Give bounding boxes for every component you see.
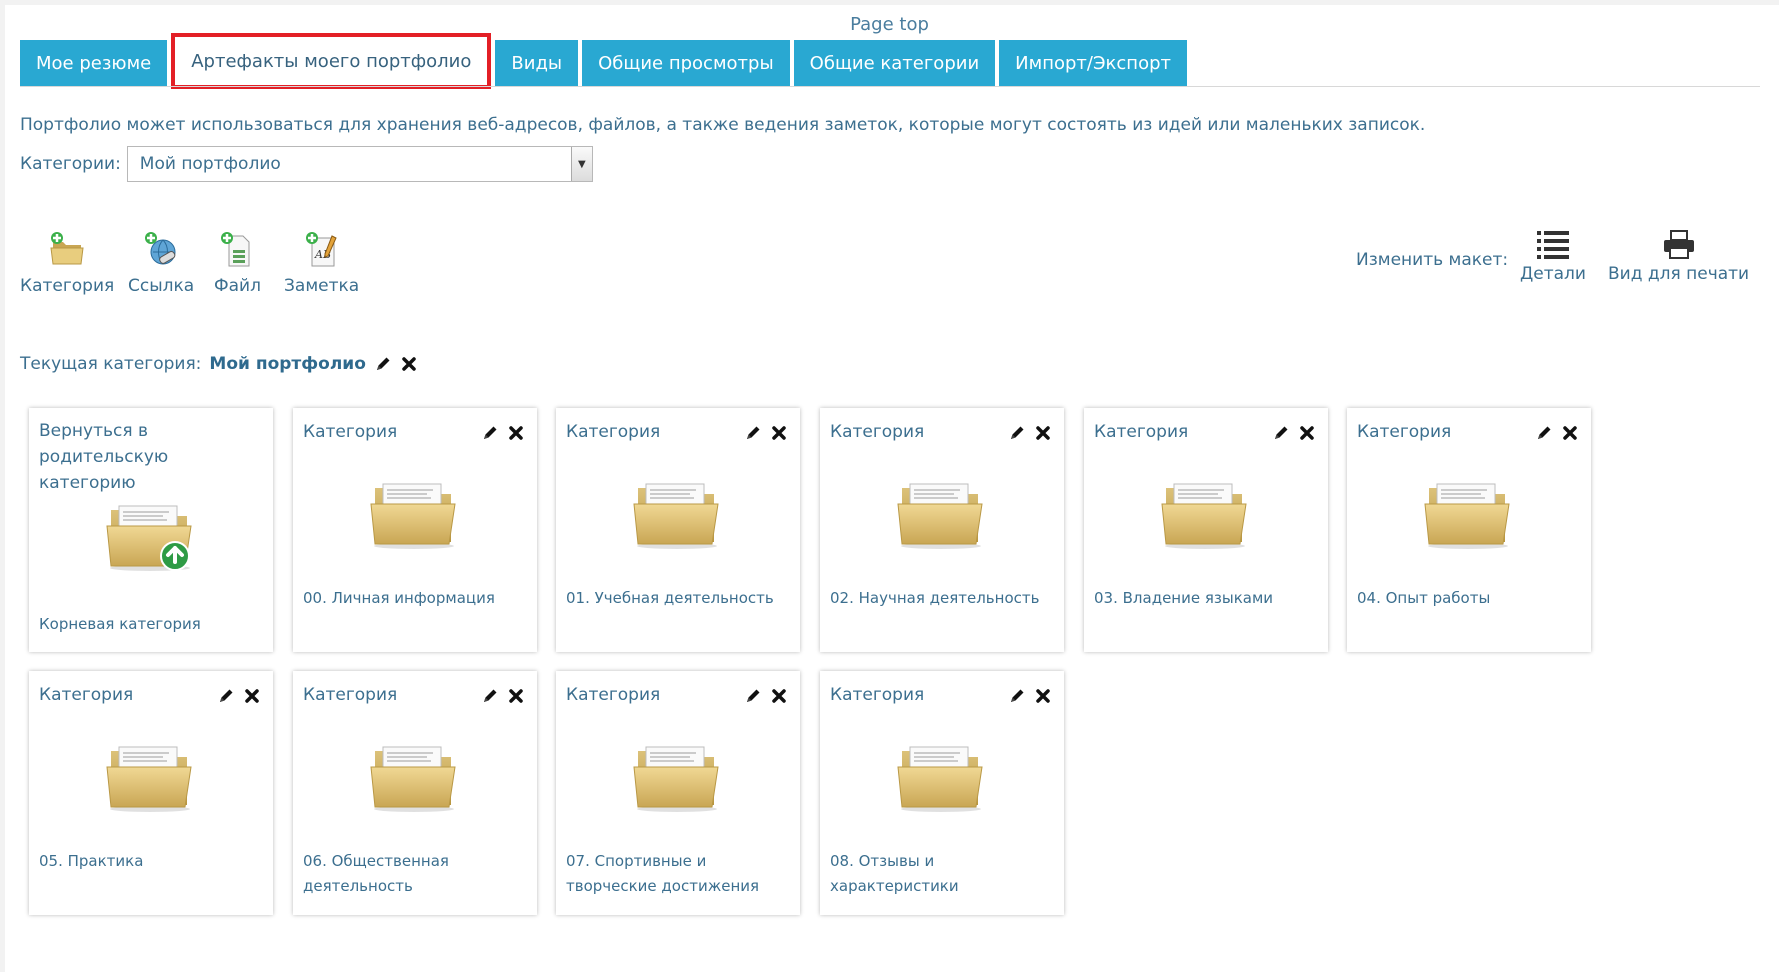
list-icon (1536, 231, 1569, 259)
print-view-button[interactable]: Вид для печати (1608, 230, 1749, 284)
folder-icon (632, 478, 722, 550)
category-card[interactable]: Категория 04. Опыт работы (1347, 408, 1591, 652)
delete-icon[interactable] (400, 355, 418, 373)
add-link-icon (145, 232, 176, 265)
tab-shared-categories[interactable]: Общие категории (793, 40, 996, 86)
tab-shared-views[interactable]: Общие просмотры (582, 40, 790, 86)
category-name: 07. Спортивные и творческие достижения (566, 852, 760, 895)
category-name: 01. Учебная деятельность (566, 589, 774, 607)
printer-icon (1663, 230, 1694, 259)
edit-pencil-icon[interactable] (1008, 687, 1026, 705)
edit-pencil-icon[interactable] (1272, 424, 1290, 442)
delete-icon[interactable] (1561, 424, 1579, 442)
details-label: Детали (1520, 264, 1586, 284)
edit-pencil-icon[interactable] (1535, 424, 1553, 442)
category-name: 02. Научная деятельность (830, 589, 1040, 607)
category-name: 04. Опыт работы (1357, 589, 1491, 607)
folder-icon (632, 741, 722, 813)
delete-icon[interactable] (243, 687, 261, 705)
tab-bar: Мое резюме Артефакты моего портфолио Вид… (20, 33, 1187, 89)
category-name: 00. Личная информация (303, 589, 495, 607)
folder-icon (369, 478, 459, 550)
tab-my-resume[interactable]: Мое резюме (20, 40, 168, 86)
card-type-label: Категория (1357, 422, 1452, 442)
category-name: 03. Владение языками (1094, 589, 1274, 607)
details-layout-button[interactable]: Детали (1520, 230, 1586, 284)
category-select[interactable]: Мой портфолио ▼ (126, 146, 593, 182)
add-category-button[interactable]: Категория (20, 230, 114, 296)
edit-pencil-icon[interactable] (217, 687, 235, 705)
card-type-label: Категория (1094, 422, 1189, 442)
current-category-name: Мой портфолио (209, 354, 366, 374)
folder-icon (896, 741, 986, 813)
folder-icon (896, 478, 986, 550)
category-card[interactable]: Категория 03. Владение языками (1084, 408, 1328, 652)
print-view-label: Вид для печати (1608, 264, 1750, 284)
category-card[interactable]: Категория 06. Общественная деятельность (293, 671, 537, 915)
tabs-divider (20, 86, 1760, 87)
folder-icon (105, 741, 195, 813)
edit-pencil-icon[interactable] (481, 424, 499, 442)
delete-icon[interactable] (507, 424, 525, 442)
category-card[interactable]: Категория 01. Учебная деятельность (556, 408, 800, 652)
tab-views[interactable]: Виды (495, 40, 579, 86)
add-note-label: Заметка (284, 276, 360, 296)
category-card[interactable]: Категория 00. Личная информация (293, 408, 537, 652)
folder-up-icon (105, 500, 195, 572)
category-card[interactable]: Категория 02. Научная деятельность (820, 408, 1064, 652)
folder-icon (1423, 478, 1513, 550)
edit-pencil-icon[interactable] (1008, 424, 1026, 442)
card-type-label: Категория (303, 422, 398, 442)
category-card[interactable]: Категория 07. Спортивные и творческие до… (556, 671, 800, 915)
add-note-button[interactable]: AB Заметка (284, 230, 359, 296)
edit-pencil-icon[interactable] (744, 687, 762, 705)
card-type-label: Категория (566, 422, 661, 442)
delete-icon[interactable] (770, 687, 788, 705)
add-link-label: Ссылка (128, 276, 195, 296)
edit-pencil-icon[interactable] (744, 424, 762, 442)
change-layout-label: Изменить макет: (1356, 250, 1509, 270)
card-type-label: Категория (830, 422, 925, 442)
dropdown-arrow-icon[interactable]: ▼ (570, 147, 592, 181)
delete-icon[interactable] (770, 424, 788, 442)
category-name: 06. Общественная деятельность (303, 852, 449, 895)
page-top-link[interactable]: Page top (0, 14, 1779, 35)
tab-portfolio-artefacts[interactable]: Артефакты моего портфолио (171, 33, 492, 89)
delete-icon[interactable] (1034, 424, 1052, 442)
add-note-icon: AB (305, 232, 337, 267)
edit-pencil-icon[interactable] (481, 687, 499, 705)
category-card[interactable]: Категория 08. Отзывы и характеристики (820, 671, 1064, 915)
card-type-label: Категория (566, 685, 661, 705)
category-name: 05. Практика (39, 852, 144, 870)
back-card-title: Вернуться в родительскую категорию (39, 421, 169, 493)
folder-icon (1160, 478, 1250, 550)
current-category-label: Текущая категория: (20, 354, 202, 374)
back-card-caption: Корневая категория (39, 615, 201, 633)
tab-import-export[interactable]: Импорт/Экспорт (999, 40, 1187, 86)
portfolio-description: Портфолио может использоваться для хране… (20, 115, 1426, 135)
add-category-label: Категория (20, 276, 115, 296)
add-folder-icon (50, 232, 84, 265)
add-file-label: Файл (214, 276, 261, 296)
add-file-button[interactable]: Файл (214, 230, 261, 296)
back-to-parent-card[interactable]: Вернуться в родительскую категорию Корне… (29, 408, 273, 652)
category-card[interactable]: Категория 05. Практика (29, 671, 273, 915)
delete-icon[interactable] (507, 687, 525, 705)
card-type-label: Категория (39, 685, 134, 705)
card-type-label: Категория (830, 685, 925, 705)
category-selector-row: Категории: Мой портфолио ▼ (20, 146, 593, 182)
current-category: Текущая категория: Мой портфолио (20, 354, 418, 374)
delete-icon[interactable] (1298, 424, 1316, 442)
category-name: 08. Отзывы и характеристики (830, 852, 959, 895)
folder-icon (369, 741, 459, 813)
add-file-icon (221, 232, 250, 267)
category-select-value: Мой портфолио (139, 154, 281, 174)
categories-label: Категории: (20, 154, 121, 174)
edit-pencil-icon[interactable] (374, 355, 392, 373)
delete-icon[interactable] (1034, 687, 1052, 705)
card-type-label: Категория (303, 685, 398, 705)
add-link-button[interactable]: Ссылка (128, 230, 194, 296)
